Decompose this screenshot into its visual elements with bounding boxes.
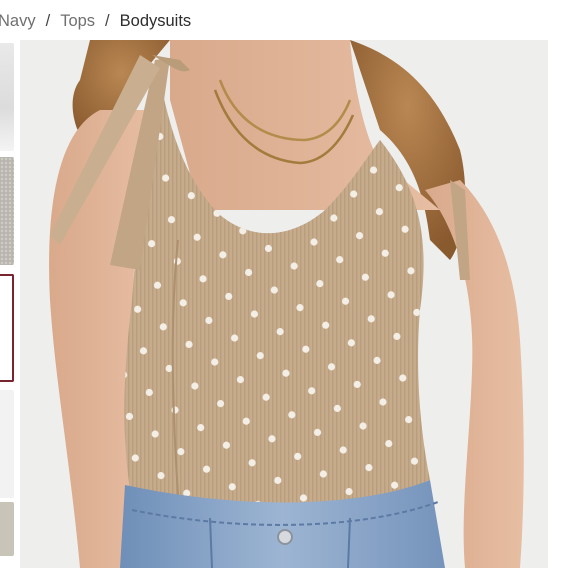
breadcrumb-separator: / [45, 11, 51, 30]
thumbnail-5[interactable] [0, 502, 14, 556]
thumbnail-3-selected[interactable] [0, 274, 14, 382]
thumbnail-2[interactable] [0, 157, 14, 265]
breadcrumb-separator: / [105, 11, 110, 30]
breadcrumb: Navy / Tops / Bodysuits [0, 9, 191, 33]
thumbnail-4[interactable] [0, 390, 14, 498]
breadcrumb-current: Bodysuits [119, 11, 192, 30]
thumbnail-1[interactable] [0, 43, 14, 151]
product-photo [20, 40, 548, 568]
breadcrumb-link-tops[interactable]: Tops [60, 12, 95, 31]
main-product-image[interactable] [20, 40, 548, 568]
breadcrumb-link-navy[interactable]: Navy [0, 12, 36, 31]
